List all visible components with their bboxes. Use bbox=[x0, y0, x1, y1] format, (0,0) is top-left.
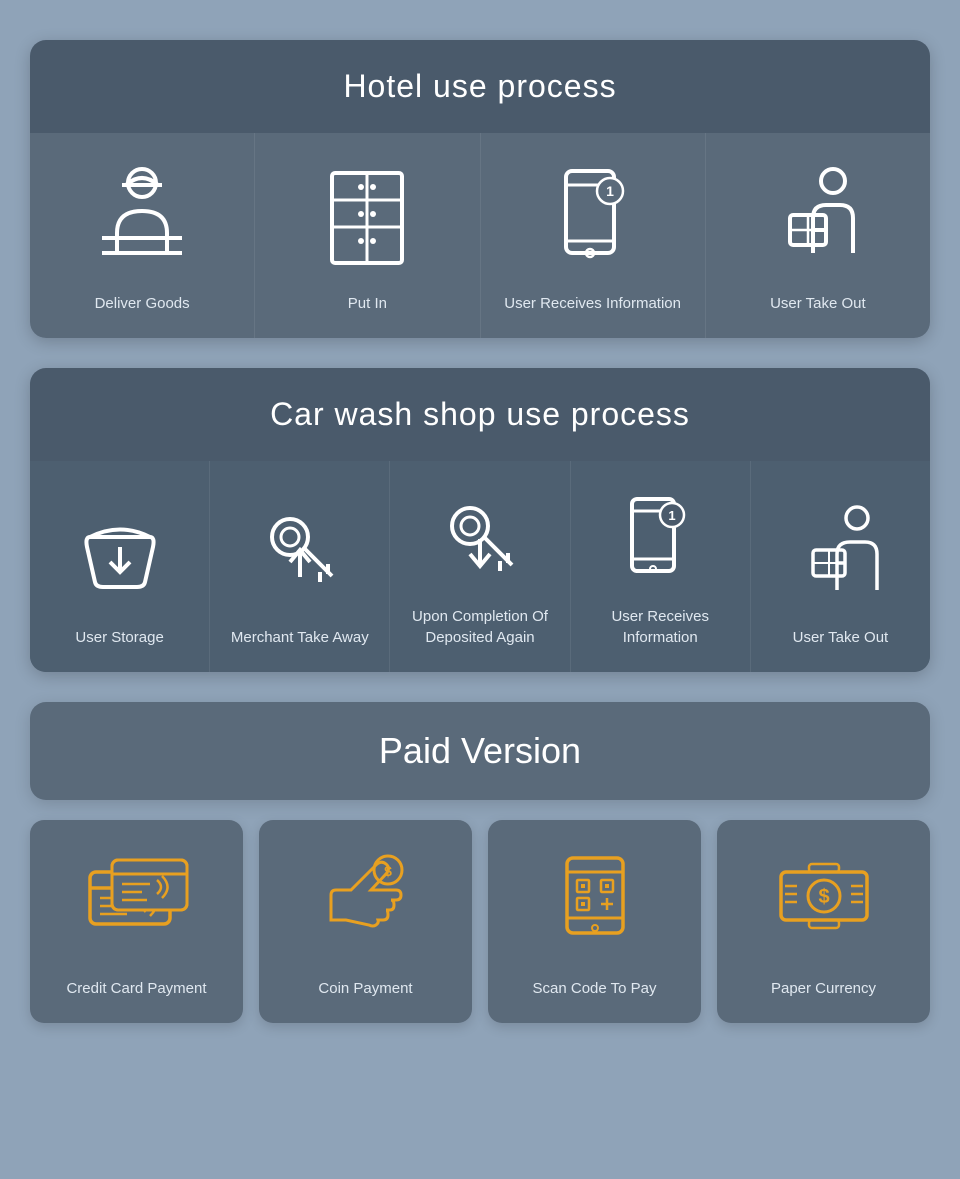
scancode-icon bbox=[545, 850, 645, 940]
carwash-label-deposited: Upon Completion Of Deposited Again bbox=[406, 606, 553, 648]
paid-label-coin: Coin Payment bbox=[318, 978, 412, 999]
hotel-label-takeout: User Take Out bbox=[770, 293, 866, 314]
carwash-section: Car wash shop use process User Storage bbox=[30, 368, 930, 672]
carwash-title: Car wash shop use process bbox=[50, 396, 910, 433]
paid-section: Paid Version bbox=[30, 702, 930, 1023]
carwash-item-takeout: User Take Out bbox=[751, 461, 930, 672]
paid-item-creditcard: Credit Card Payment bbox=[30, 820, 243, 1023]
carwash-body: User Storage Merchant Take Away bbox=[30, 461, 930, 672]
svg-text:1: 1 bbox=[606, 183, 614, 199]
paid-label-creditcard: Credit Card Payment bbox=[66, 978, 206, 999]
storage-icon bbox=[75, 491, 165, 607]
hotel-section: Hotel use process bbox=[30, 40, 930, 338]
takeout-icon bbox=[768, 163, 868, 273]
hotel-label-deliver: Deliver Goods bbox=[95, 293, 190, 314]
carwash-header: Car wash shop use process bbox=[30, 368, 930, 461]
svg-text:1: 1 bbox=[669, 508, 676, 523]
carwash-item-storage: User Storage bbox=[30, 461, 210, 672]
paid-item-scancode: Scan Code To Pay bbox=[488, 820, 701, 1023]
svg-text:$: $ bbox=[818, 886, 829, 908]
paid-title: Paid Version bbox=[50, 730, 910, 772]
carwash-label-storage: User Storage bbox=[75, 627, 163, 648]
paper-icon: $ bbox=[769, 850, 879, 940]
paid-item-paper: $ Paper Currency bbox=[717, 820, 930, 1023]
carwash-item-deposited: Upon Completion Of Deposited Again bbox=[390, 461, 570, 672]
carwash-label-merchant: Merchant Take Away bbox=[231, 627, 369, 648]
hotel-header: Hotel use process bbox=[30, 40, 930, 133]
paid-item-coin: $ Coin Payment bbox=[259, 820, 472, 1023]
hotel-item-receives: 1 User Receives Information bbox=[481, 133, 706, 338]
carwash-receives-icon: 1 bbox=[620, 491, 700, 586]
hotel-body: Deliver Goods bbox=[30, 133, 930, 338]
svg-text:$: $ bbox=[384, 863, 392, 879]
carwash-label-takeout: User Take Out bbox=[793, 627, 889, 648]
coin-icon: $ bbox=[316, 850, 416, 940]
deliver-icon bbox=[92, 163, 192, 273]
carwash-item-merchant: Merchant Take Away bbox=[210, 461, 390, 672]
paid-label-paper: Paper Currency bbox=[771, 978, 876, 999]
putin-icon bbox=[317, 163, 417, 273]
carwash-label-receives: User Receives Information bbox=[587, 606, 734, 648]
hotel-item-putin: Put In bbox=[255, 133, 480, 338]
carwash-takeout-icon bbox=[795, 491, 885, 607]
hotel-item-deliver: Deliver Goods bbox=[30, 133, 255, 338]
paid-label-scancode: Scan Code To Pay bbox=[533, 978, 657, 999]
deposited-icon bbox=[440, 491, 520, 586]
paid-header: Paid Version bbox=[30, 702, 930, 800]
hotel-item-takeout: User Take Out bbox=[706, 133, 930, 338]
hotel-label-putin: Put In bbox=[348, 293, 387, 314]
hotel-label-receives: User Receives Information bbox=[504, 293, 681, 314]
hotel-title: Hotel use process bbox=[50, 68, 910, 105]
receives-icon: 1 bbox=[548, 163, 638, 273]
creditcard-icon bbox=[82, 850, 192, 940]
carwash-item-receives: 1 User Receives Information bbox=[571, 461, 751, 672]
merchant-icon bbox=[260, 491, 340, 607]
paid-items: Credit Card Payment $ Coin Payment bbox=[30, 820, 930, 1023]
